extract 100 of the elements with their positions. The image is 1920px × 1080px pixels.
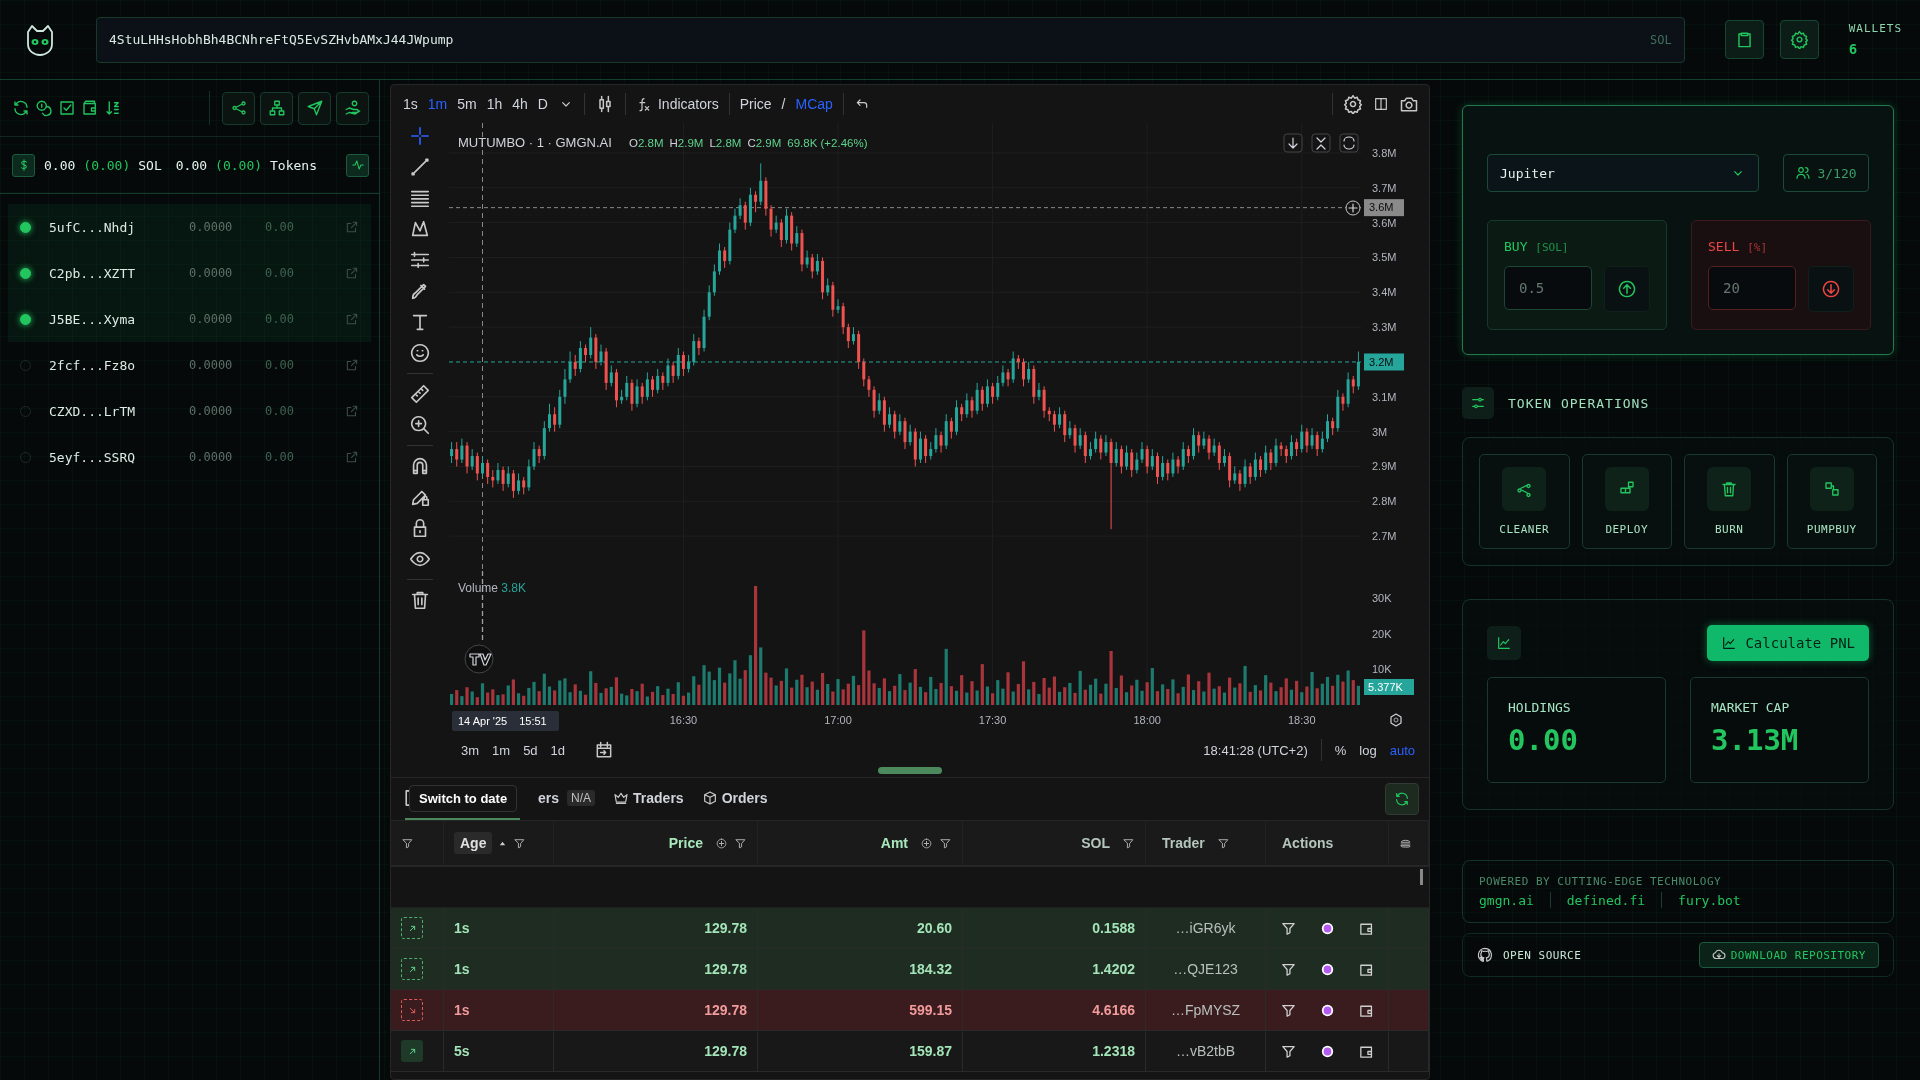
operation-button[interactable]: CLEANER — [1479, 454, 1570, 549]
smiley-icon[interactable] — [409, 342, 431, 364]
tab[interactable]: Traders — [613, 778, 684, 820]
candlestick — [1181, 441, 1185, 471]
filter-icon[interactable] — [513, 836, 527, 850]
range-option[interactable]: 1m — [492, 742, 511, 758]
trade-row[interactable]: 1s 129.78 20.60 0.1588 …iGR6yk — [391, 908, 1429, 949]
column-header[interactable]: SOL — [1075, 832, 1116, 854]
wallet-row[interactable]: 5ufC...Nhdj 0.0000 0.00 — [8, 204, 371, 250]
interval-option[interactable]: 5m — [457, 96, 477, 112]
filter-icon[interactable] — [401, 836, 414, 850]
calculate-pnl-button[interactable]: Calculate PNL — [1707, 625, 1869, 661]
wallet-row[interactable]: C2pb...XZTT 0.0000 0.00 — [8, 250, 371, 296]
parallel-lines-icon[interactable] — [409, 249, 431, 271]
interval-option[interactable]: 1s — [403, 96, 418, 112]
buy-button[interactable] — [1604, 266, 1650, 312]
trade-row[interactable]: 5s 129.78 159.87 1.2318 …vB2tbB — [391, 1031, 1429, 1072]
camera-icon[interactable] — [1399, 94, 1419, 114]
bar — [1197, 681, 1201, 705]
settings-icon[interactable] — [1343, 94, 1363, 114]
bar — [1315, 688, 1319, 705]
indicators-button[interactable]: Indicators — [636, 96, 719, 112]
trade-row[interactable]: 1s 129.78 184.32 1.4202 …QJE123 — [391, 949, 1429, 990]
interval-option[interactable]: 1h — [486, 96, 503, 112]
coins-icon[interactable] — [35, 99, 53, 117]
wallet-row[interactable]: 5eyf...SSRQ 0.0000 0.00 — [8, 434, 371, 480]
column-header[interactable]: Amt — [874, 832, 914, 854]
filter-icon[interactable] — [1216, 836, 1230, 850]
resize-handle[interactable] — [878, 767, 942, 774]
partner-link[interactable]: gmgn.ai — [1479, 892, 1534, 908]
wallet-row[interactable]: J5BE...Xyma 0.0000 0.00 — [8, 296, 371, 342]
tab[interactable]: Orders — [701, 778, 768, 820]
ruler-icon[interactable] — [409, 383, 431, 405]
scale-option[interactable]: % — [1334, 742, 1347, 758]
columns-icon[interactable] — [1373, 96, 1389, 112]
mode-option[interactable]: Price — [739, 96, 772, 112]
range-option[interactable]: 5d — [523, 742, 538, 758]
zoom-in-icon[interactable] — [409, 414, 431, 436]
interval-option[interactable]: 4h — [512, 96, 528, 112]
operation-button[interactable]: DEPLOY — [1581, 454, 1672, 549]
collapse-icon[interactable] — [1311, 133, 1331, 153]
clipboard-button[interactable] — [1724, 20, 1764, 59]
add-alert-icon[interactable] — [1345, 200, 1361, 216]
refresh-button[interactable] — [1385, 783, 1419, 815]
interval-option[interactable]: 1m — [427, 96, 448, 112]
sell-button[interactable] — [1808, 266, 1854, 312]
filter-icon[interactable] — [939, 836, 952, 850]
crosshair-icon[interactable] — [409, 125, 431, 147]
refresh-icon[interactable] — [12, 99, 30, 117]
candlestick — [578, 340, 582, 373]
sell-percent-field[interactable]: 20 — [1708, 266, 1796, 310]
partner-link[interactable]: fury.bot — [1678, 892, 1741, 908]
bar — [553, 690, 557, 705]
hand-coins-button[interactable] — [336, 91, 369, 125]
scrollbar-thumb[interactable] — [1420, 869, 1423, 885]
settings-button[interactable] — [1779, 20, 1819, 59]
tab[interactable]: ers N/A — [538, 778, 596, 820]
partner-link[interactable]: defined.fi — [1566, 892, 1646, 908]
column-header[interactable]: Price — [662, 832, 709, 854]
download-icon[interactable] — [1283, 133, 1303, 153]
users-icon — [1795, 165, 1812, 181]
column-header[interactable]: Age — [454, 832, 493, 854]
range-option[interactable]: 3m — [461, 742, 480, 758]
wallet-row[interactable]: 2fcf...Fz8o 0.0000 0.00 — [8, 342, 371, 388]
trash-icon[interactable] — [409, 589, 431, 611]
interval-option[interactable]: D — [537, 96, 548, 112]
column-header[interactable]: Actions — [1276, 832, 1340, 854]
line-tool-icon[interactable] — [409, 156, 431, 178]
sort-icon[interactable] — [104, 99, 122, 117]
candlestick — [918, 431, 922, 464]
wallet-icon[interactable] — [81, 99, 99, 117]
column-header[interactable]: Trader — [1156, 832, 1211, 854]
router-dropdown[interactable]: Jupiter — [1487, 154, 1759, 192]
address-field[interactable]: 4StuLHHsHobhBh4BCNhreFtQ5EvSZHvbAMxJ44JWpump SOL — [96, 16, 1685, 63]
wallet-count-button[interactable]: 3/120 — [1783, 154, 1869, 192]
operation-button[interactable]: PUMPBUY — [1786, 454, 1877, 549]
send-button[interactable] — [298, 91, 331, 125]
download-repository-button[interactable]: DOWNLOAD REPOSITORY — [1698, 942, 1879, 968]
trade-row[interactable]: 1s 129.78 599.15 4.6166 …FpMYSZ — [391, 990, 1429, 1031]
operation-button[interactable]: BURN — [1684, 454, 1775, 549]
filter-icon[interactable] — [734, 836, 747, 850]
candlestick — [1006, 368, 1010, 387]
range-option[interactable]: 1d — [550, 742, 566, 758]
currency-icon[interactable] — [920, 836, 933, 850]
scale-option[interactable]: log — [1359, 742, 1377, 758]
settings-icon[interactable] — [1390, 713, 1402, 727]
dollar-button[interactable] — [12, 153, 35, 177]
wallet-row[interactable]: CZXD...LrTM 0.0000 0.00 — [8, 388, 371, 434]
mode-option[interactable]: MCap — [795, 96, 833, 112]
hierarchy-button[interactable] — [260, 91, 293, 125]
buy-amount-field[interactable]: 0.5 — [1504, 266, 1592, 310]
currency-icon[interactable] — [715, 836, 728, 850]
scale-option[interactable]: auto — [1389, 742, 1415, 758]
filter-icon[interactable] — [1122, 836, 1135, 850]
share-button[interactable] — [222, 91, 255, 125]
candlestick — [1192, 427, 1196, 461]
stat-value: 3.13M — [1711, 723, 1800, 757]
activity-button[interactable] — [346, 153, 369, 177]
checkbox-icon[interactable] — [58, 99, 76, 117]
reset-icon[interactable] — [1339, 133, 1359, 153]
